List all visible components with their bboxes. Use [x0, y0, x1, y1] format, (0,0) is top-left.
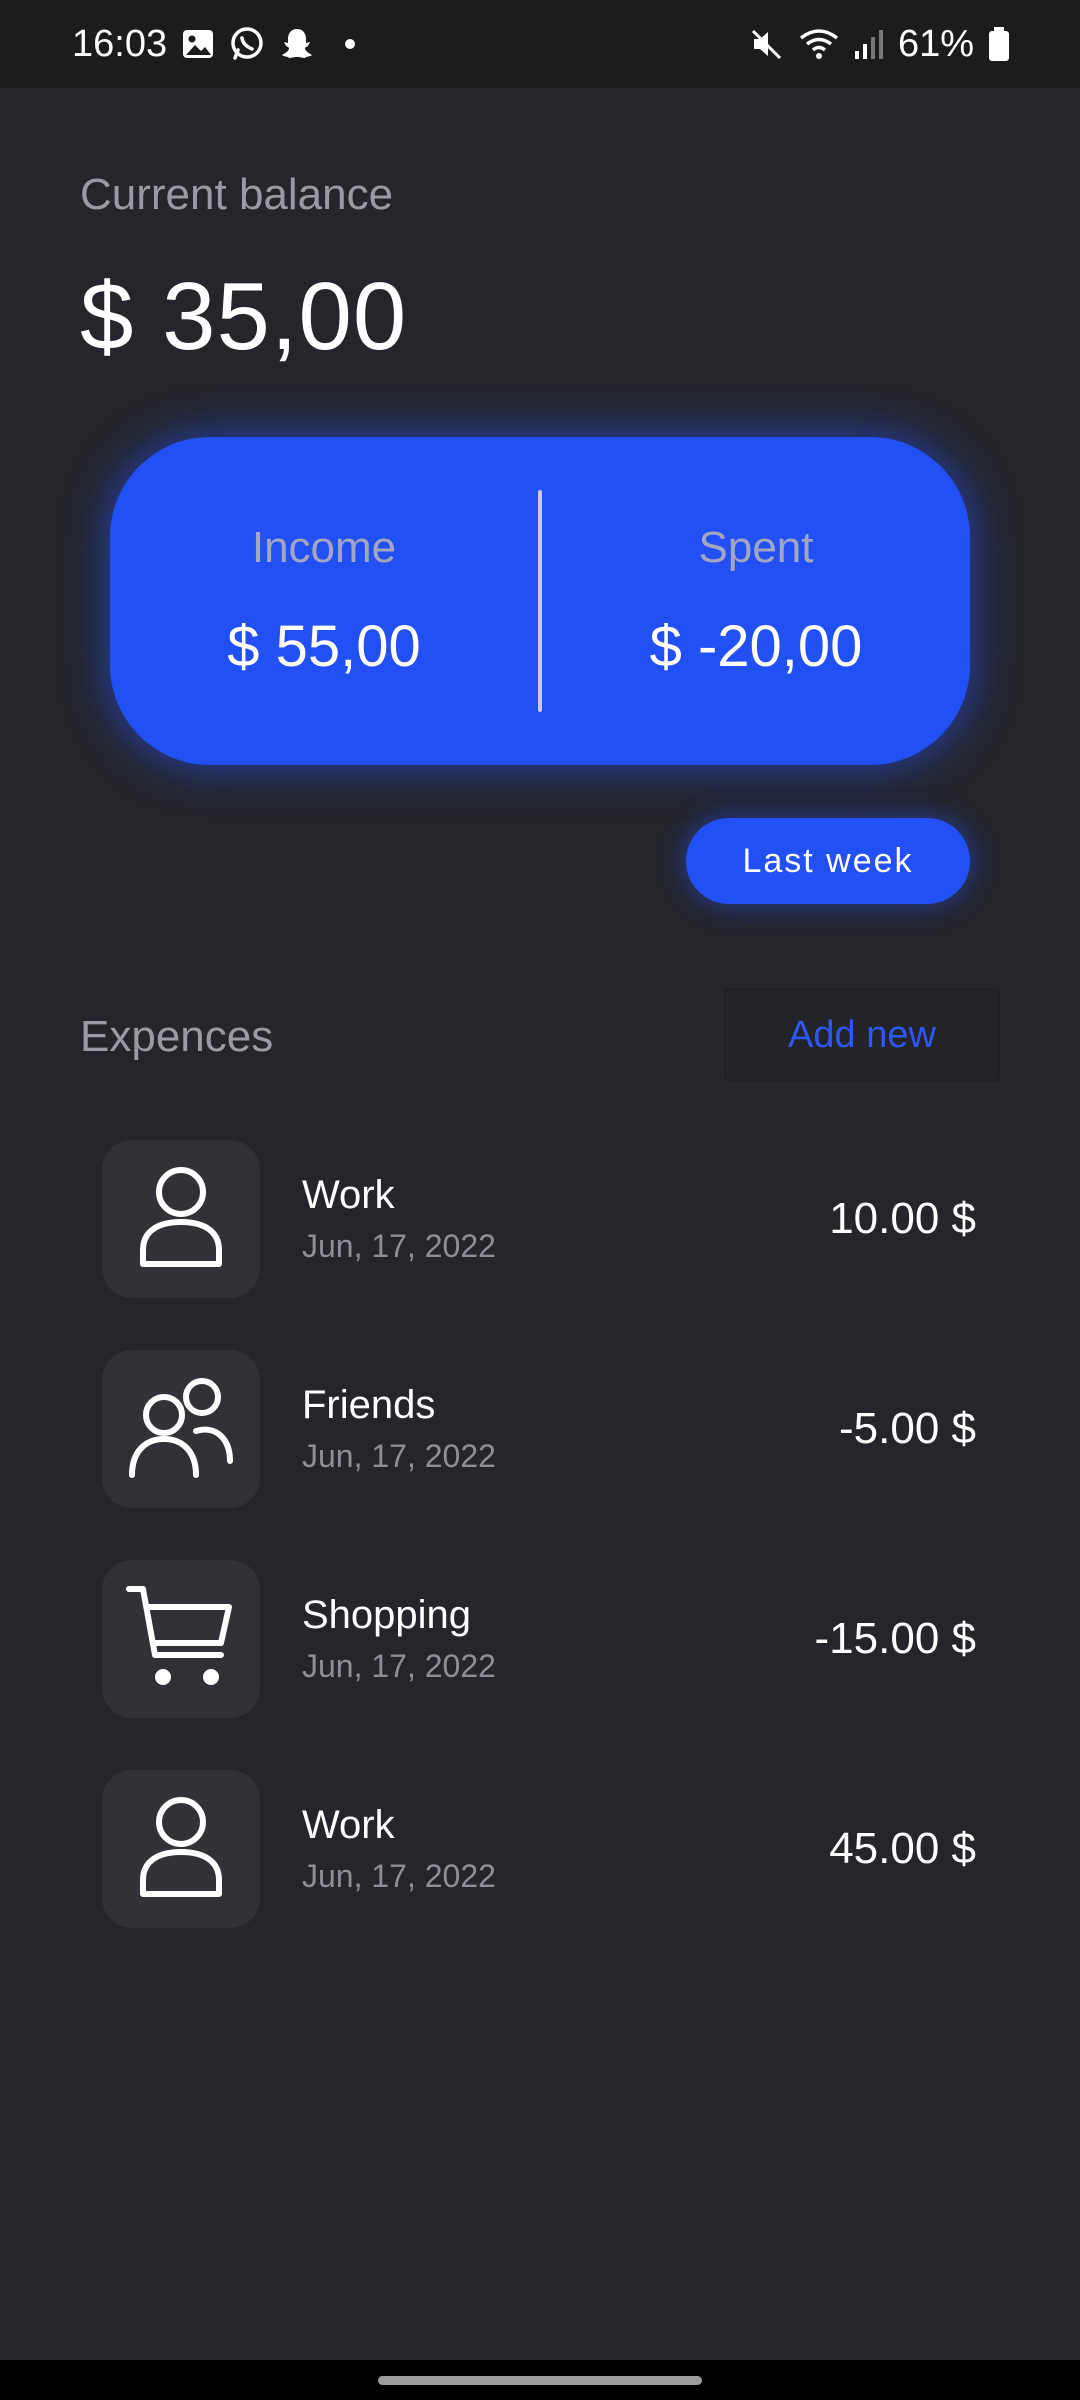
expense-icon-box	[102, 1560, 260, 1718]
last-week-button[interactable]: Last week	[686, 818, 970, 904]
status-bar: 16:03 61%	[0, 0, 1080, 88]
expense-name: Work	[302, 1803, 395, 1847]
expense-name: Friends	[302, 1383, 436, 1427]
wifi-icon	[798, 27, 840, 61]
cart-icon	[125, 1581, 237, 1698]
mute-icon	[750, 27, 784, 61]
expense-item[interactable]: Work Jun, 17, 2022 10.00 $	[102, 1140, 976, 1298]
add-new-button[interactable]: Add new	[724, 988, 1000, 1082]
expense-icon-box	[102, 1350, 260, 1508]
person-icon	[133, 1794, 229, 1905]
person-icon	[133, 1164, 229, 1275]
whatsapp-icon	[229, 26, 265, 62]
battery-level: 61%	[897, 22, 974, 65]
spent-label: Spent	[698, 522, 814, 572]
spent-value: $ -20,00	[649, 613, 863, 679]
balance-label: Current balance	[80, 170, 394, 219]
notification-dot	[345, 39, 356, 49]
expense-name: Work	[302, 1173, 395, 1217]
gallery-icon	[181, 27, 215, 61]
income-value: $ 55,00	[227, 613, 421, 679]
expense-date: Jun, 17, 2022	[302, 1438, 496, 1474]
people-icon	[126, 1375, 236, 1484]
expense-amount: -5.00 $	[839, 1404, 976, 1453]
expense-item[interactable]: Work Jun, 17, 2022 45.00 $	[102, 1770, 976, 1928]
expense-amount: 10.00 $	[829, 1194, 976, 1243]
expense-date: Jun, 17, 2022	[302, 1648, 496, 1684]
income-label: Income	[251, 522, 397, 572]
expense-item[interactable]: Shopping Jun, 17, 2022 -15.00 $	[102, 1560, 976, 1718]
expense-icon-box	[102, 1770, 260, 1928]
expense-text: Work Jun, 17, 2022	[302, 1173, 829, 1265]
expense-text: Friends Jun, 17, 2022	[302, 1383, 839, 1475]
status-right: 61%	[750, 23, 1010, 66]
snapchat-icon	[279, 26, 315, 62]
spent-column: Spent $ -20,00	[542, 437, 970, 765]
expense-text: Shopping Jun, 17, 2022	[302, 1593, 815, 1685]
expense-text: Work Jun, 17, 2022	[302, 1803, 829, 1895]
income-column: Income $ 55,00	[110, 437, 538, 765]
status-left: 16:03	[72, 22, 356, 66]
signal-icon	[854, 27, 884, 61]
expense-name: Shopping	[302, 1593, 472, 1637]
summary-card: Income $ 55,00 Spent $ -20,00	[110, 437, 970, 765]
expense-list: Work Jun, 17, 2022 10.00 $ Friends Jun, …	[102, 1140, 976, 1980]
expenses-title: Expences	[80, 1012, 274, 1061]
expense-date: Jun, 17, 2022	[302, 1858, 496, 1894]
expense-amount: -15.00 $	[814, 1614, 976, 1663]
expense-amount: 45.00 $	[829, 1824, 976, 1873]
home-indicator[interactable]	[378, 2376, 702, 2385]
expense-icon-box	[102, 1140, 260, 1298]
battery-icon	[988, 26, 1010, 62]
status-time: 16:03	[72, 22, 168, 65]
expense-date: Jun, 17, 2022	[302, 1228, 496, 1264]
expense-item[interactable]: Friends Jun, 17, 2022 -5.00 $	[102, 1350, 976, 1508]
balance-value: $ 35,00	[80, 263, 408, 370]
